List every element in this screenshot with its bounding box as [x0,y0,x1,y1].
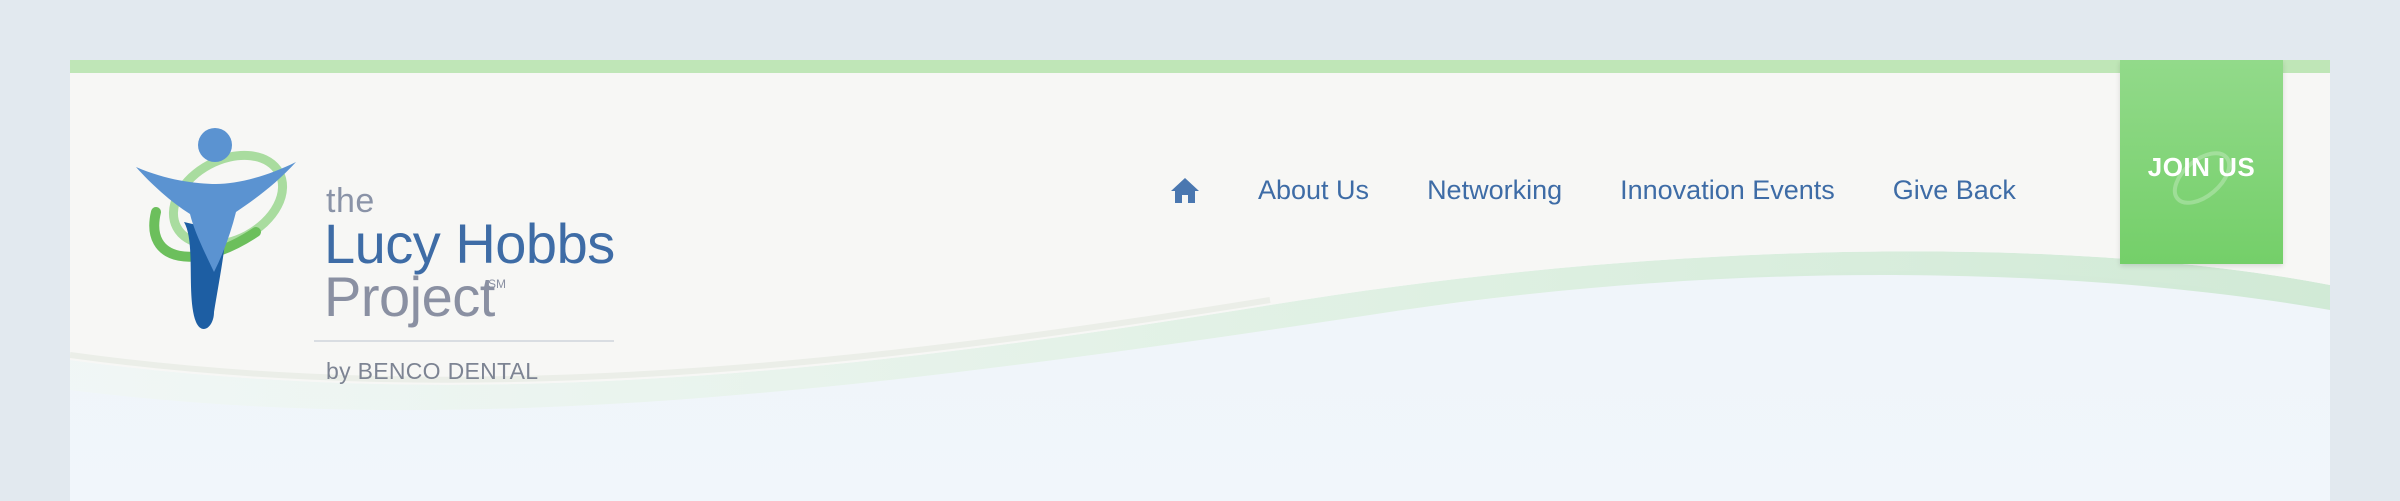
nav-home-link[interactable] [1170,175,1200,205]
logo-name-text: Lucy Hobbs [324,212,615,275]
logo-service-mark: SM [488,277,506,291]
nav-item-about-us[interactable]: About Us [1258,175,1369,206]
top-accent-bar [70,60,2330,73]
site-logo[interactable]: the Lucy Hobbs Project SM by BENCO DENTA… [136,122,696,392]
logo-project-text: Project [324,265,495,328]
main-nav: About Us Networking Innovation Events Gi… [1170,160,2016,220]
nav-item-innovation-events[interactable]: Innovation Events [1620,175,1835,206]
nav-item-give-back[interactable]: Give Back [1893,175,2016,206]
lucy-hobbs-figure-icon [136,128,296,329]
nav-item-networking[interactable]: Networking [1427,175,1562,206]
join-us-label: JOIN US [2147,151,2256,182]
page-frame: the Lucy Hobbs Project SM by BENCO DENTA… [70,60,2330,501]
home-icon [1171,178,1199,203]
logo-divider [314,340,614,342]
logo-byline: by BENCO DENTAL [326,358,539,384]
join-us-button[interactable]: JOIN US [2120,60,2283,264]
